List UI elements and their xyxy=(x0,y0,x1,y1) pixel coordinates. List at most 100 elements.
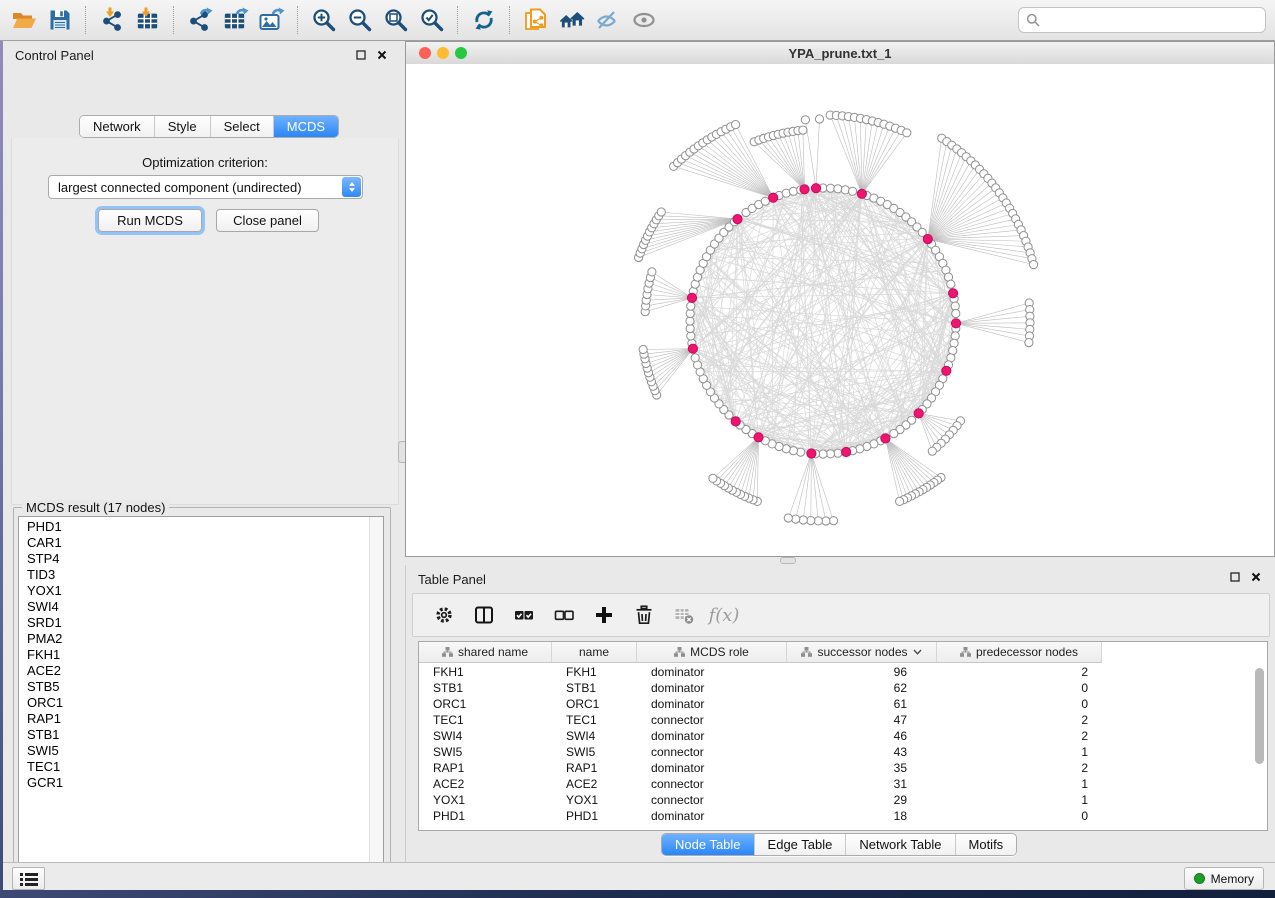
network-node[interactable] xyxy=(687,302,695,310)
result-node-item[interactable]: RAP1 xyxy=(19,711,369,727)
tab-node-table[interactable]: Node Table xyxy=(662,834,755,855)
network-node[interactable] xyxy=(732,121,740,129)
network-node[interactable] xyxy=(928,447,936,455)
network-node[interactable] xyxy=(951,332,959,340)
add-column-button[interactable] xyxy=(591,603,617,627)
dominator-node[interactable] xyxy=(688,344,697,353)
close-panel-icon[interactable] xyxy=(1250,571,1262,583)
hide-selected-button[interactable] xyxy=(590,3,626,37)
mcds-result-list[interactable]: PHD1CAR1STP4TID3YOX1SWI4SRD1PMA2FKH1ACE2… xyxy=(18,516,384,874)
memory-button[interactable]: Memory xyxy=(1184,867,1264,890)
task-history-button[interactable] xyxy=(12,867,45,890)
zoom-out-button[interactable] xyxy=(342,3,378,37)
tab-edge-table[interactable]: Edge Table xyxy=(755,834,847,855)
result-node-item[interactable]: PMA2 xyxy=(19,631,369,647)
dominator-node[interactable] xyxy=(811,184,820,193)
float-panel-icon[interactable] xyxy=(355,49,367,61)
tab-mcds[interactable]: MCDS xyxy=(274,116,338,137)
network-node[interactable] xyxy=(691,354,699,362)
network-node[interactable] xyxy=(686,324,694,332)
dominator-node[interactable] xyxy=(923,235,932,244)
import-network-button[interactable] xyxy=(94,3,130,37)
network-node[interactable] xyxy=(648,268,656,276)
network-node[interactable] xyxy=(952,309,960,317)
network-node[interactable] xyxy=(789,187,797,195)
network-node[interactable] xyxy=(657,208,665,216)
table-row[interactable]: ACE2ACE2connector311 xyxy=(419,776,1267,792)
network-node[interactable] xyxy=(1030,261,1038,269)
dominator-node[interactable] xyxy=(800,185,809,194)
export-image-button[interactable] xyxy=(254,3,290,37)
network-node[interactable] xyxy=(826,450,834,458)
export-table-button[interactable] xyxy=(218,3,254,37)
table-row[interactable]: STB1STB1dominator620 xyxy=(419,680,1267,696)
network-node[interactable] xyxy=(834,185,842,193)
network-node[interactable] xyxy=(686,317,694,325)
network-node[interactable] xyxy=(784,514,792,522)
result-node-item[interactable]: TID3 xyxy=(19,567,369,583)
dominator-node[interactable] xyxy=(951,319,960,328)
settings-gear-button[interactable] xyxy=(431,603,457,627)
delete-column-button[interactable] xyxy=(631,603,657,627)
save-session-button[interactable] xyxy=(42,3,78,37)
result-node-item[interactable]: YOX1 xyxy=(19,583,369,599)
dominator-node[interactable] xyxy=(733,215,742,224)
dominator-node[interactable] xyxy=(942,366,951,375)
network-node[interactable] xyxy=(792,515,800,523)
network-node[interactable] xyxy=(639,345,647,353)
table-row[interactable]: TEC1TEC1connector472 xyxy=(419,712,1267,728)
tab-motifs[interactable]: Motifs xyxy=(956,834,1017,855)
network-node[interactable] xyxy=(807,517,815,525)
result-node-item[interactable]: TEC1 xyxy=(19,759,369,775)
close-panel-button[interactable]: Close panel xyxy=(216,209,319,232)
result-node-item[interactable]: GCR1 xyxy=(19,775,369,791)
dominator-node[interactable] xyxy=(914,409,923,418)
result-node-item[interactable]: CAR1 xyxy=(19,535,369,551)
table-row[interactable]: RAP1RAP1dominator352 xyxy=(419,760,1267,776)
tab-select[interactable]: Select xyxy=(211,116,274,137)
table-row[interactable]: ORC1ORC1dominator610 xyxy=(419,696,1267,712)
criterion-dropdown[interactable]: largest connected component (undirected) xyxy=(48,175,363,199)
column-header-MCDS-role[interactable]: MCDS role xyxy=(637,642,787,663)
column-header-predecessor-nodes[interactable]: predecessor nodes xyxy=(937,642,1102,663)
column-header-successor-nodes[interactable]: successor nodes xyxy=(787,642,937,663)
export-network-button[interactable] xyxy=(182,3,218,37)
network-node[interactable] xyxy=(829,517,837,525)
dominator-node[interactable] xyxy=(881,434,890,443)
zoom-selected-button[interactable] xyxy=(414,3,450,37)
table-row[interactable]: YOX1YOX1connector291 xyxy=(419,792,1267,808)
tab-style[interactable]: Style xyxy=(155,116,211,137)
network-node[interactable] xyxy=(841,186,849,194)
dominator-node[interactable] xyxy=(754,433,763,442)
splitter-grip[interactable] xyxy=(780,557,796,564)
network-node[interactable] xyxy=(815,115,823,123)
network-node[interactable] xyxy=(903,129,911,137)
dominator-node[interactable] xyxy=(769,193,778,202)
close-panel-icon[interactable] xyxy=(376,49,388,61)
network-node[interactable] xyxy=(890,430,898,438)
dominator-node[interactable] xyxy=(842,447,851,456)
network-node[interactable] xyxy=(950,339,958,347)
open-file-button[interactable] xyxy=(6,3,42,37)
first-neighbors-button[interactable] xyxy=(554,3,590,37)
network-node[interactable] xyxy=(799,126,807,134)
result-node-item[interactable]: SWI4 xyxy=(19,599,369,615)
tab-network-table[interactable]: Network Table xyxy=(846,834,955,855)
zoom-in-button[interactable] xyxy=(306,3,342,37)
result-node-item[interactable]: FKH1 xyxy=(19,647,369,663)
table-row[interactable]: FKH1FKH1dominator962 xyxy=(419,664,1267,680)
tab-network[interactable]: Network xyxy=(80,116,155,137)
network-node[interactable] xyxy=(819,450,827,458)
network-node[interactable] xyxy=(814,517,822,525)
float-panel-icon[interactable] xyxy=(1229,571,1241,583)
result-node-item[interactable]: STP4 xyxy=(19,551,369,567)
dominator-node[interactable] xyxy=(807,449,816,458)
result-node-item[interactable]: STB1 xyxy=(19,727,369,743)
network-graph[interactable] xyxy=(406,64,1274,556)
network-node[interactable] xyxy=(1025,339,1033,347)
result-scrollbar[interactable] xyxy=(369,517,383,873)
network-canvas[interactable] xyxy=(406,64,1274,556)
network-node[interactable] xyxy=(947,280,955,288)
network-node[interactable] xyxy=(797,448,805,456)
network-node[interactable] xyxy=(822,517,830,525)
